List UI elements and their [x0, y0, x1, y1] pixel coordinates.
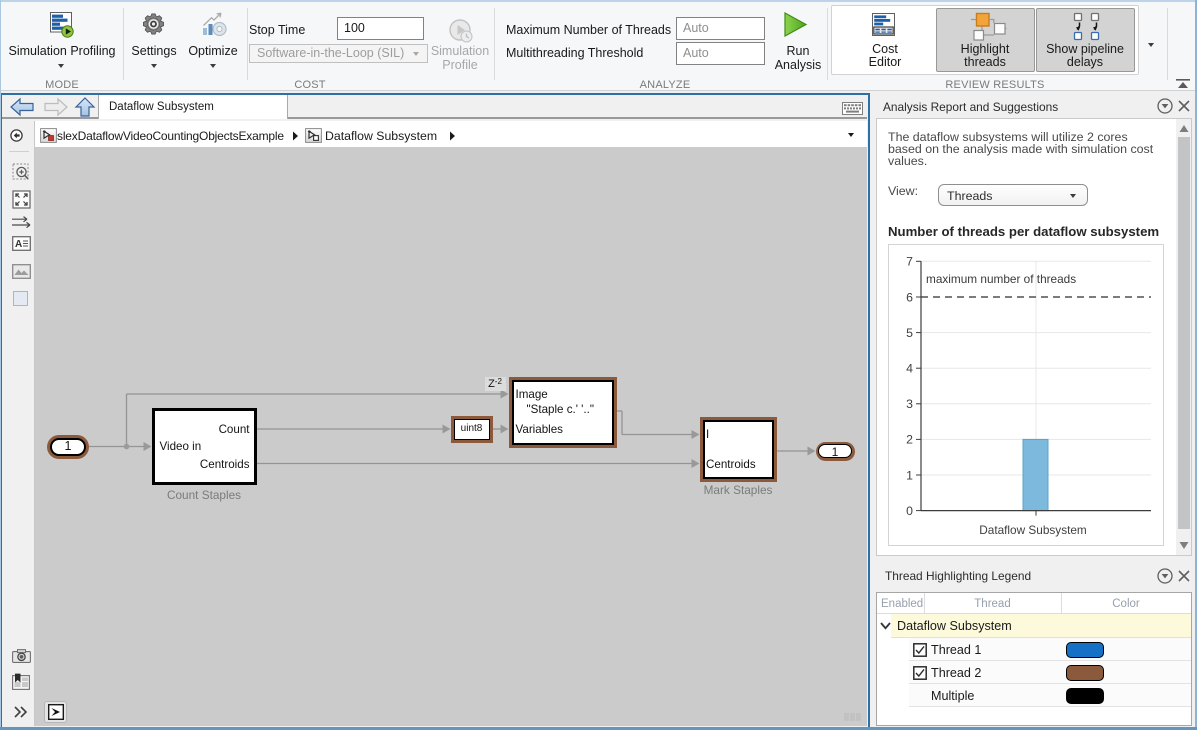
- svg-text:1: 1: [906, 468, 913, 482]
- svg-text:7: 7: [906, 255, 913, 269]
- svg-text:5: 5: [906, 326, 913, 340]
- svg-text:4: 4: [906, 362, 913, 376]
- svg-text:3: 3: [906, 397, 913, 411]
- svg-text:A: A: [15, 239, 22, 250]
- svg-text:maximum number of threads: maximum number of threads: [926, 272, 1076, 286]
- svg-text:Dataflow Subsystem: Dataflow Subsystem: [979, 523, 1087, 537]
- svg-text:6: 6: [906, 290, 913, 304]
- svg-text:0: 0: [906, 504, 913, 518]
- svg-text:2: 2: [906, 433, 913, 447]
